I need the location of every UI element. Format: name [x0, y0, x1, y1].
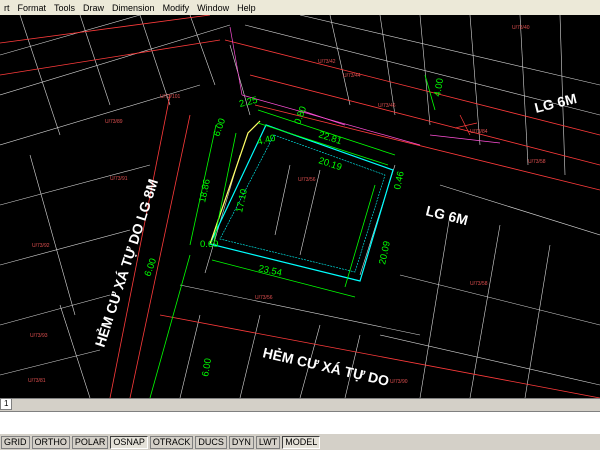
menu-modify[interactable]: Modify [159, 3, 194, 13]
status-ducs-button[interactable]: DUCS [195, 435, 227, 449]
cad-drawing: 2.25 6.00 4.40 0.80 22.81 20.19 18.86 17… [0, 15, 600, 398]
status-otrack-button[interactable]: OTRACK [149, 435, 194, 449]
menu-help[interactable]: Help [233, 3, 260, 13]
parcel-label: U/73/90 [390, 379, 408, 385]
dim-6-00-left: 6.00 [142, 257, 159, 278]
drawing-canvas[interactable]: 2.25 6.00 4.40 0.80 22.81 20.19 18.86 17… [0, 15, 600, 398]
street-label-lg6m-top: LG 6M [533, 90, 578, 116]
dim-23-54: 23.54 [257, 263, 283, 279]
parcel-label: U/73/56 [298, 177, 316, 183]
command-line[interactable] [0, 411, 600, 435]
menu-tools[interactable]: Tools [50, 3, 79, 13]
parcel-label: U/73/91 [110, 176, 128, 182]
parcel-label: U/73/46 [378, 103, 396, 109]
status-model-button[interactable]: MODEL [282, 435, 321, 449]
dim-0-46: 0.46 [392, 170, 407, 190]
status-grid-button[interactable]: GRID [1, 435, 30, 449]
dim-0-69: 0.69 [200, 239, 219, 250]
parcel-label: U/73/42 [318, 59, 336, 65]
street-label-lg6m-mid: LG 6M [424, 202, 469, 228]
menu-format[interactable]: Format [14, 3, 51, 13]
parcel-label: U/73/40 [512, 25, 530, 31]
dim-6-00-top: 6.00 [211, 117, 228, 138]
road-lines [0, 15, 600, 398]
dim-4-40: 4.40 [256, 133, 277, 148]
status-ortho-button[interactable]: ORTHO [31, 435, 70, 449]
parcel-label: U/73/56 [255, 295, 273, 301]
menu-draw[interactable]: Draw [79, 3, 108, 13]
menu-dimension[interactable]: Dimension [108, 3, 159, 13]
parcel-label: U/73/101 [160, 94, 181, 100]
status-osnap-button[interactable]: OSNAP [110, 435, 148, 449]
dim-20-19: 20.19 [317, 155, 343, 173]
dim-18-86: 18.86 [197, 178, 213, 204]
status-bar: GRID ORTHO POLAR OSNAP OTRACK DUCS DYN L… [0, 434, 600, 450]
status-lwt-button[interactable]: LWT [255, 435, 281, 449]
parcel-lines [0, 15, 600, 398]
status-polar-button[interactable]: POLAR [71, 435, 109, 449]
menu-bar: rt Format Tools Draw Dimension Modify Wi… [0, 0, 600, 16]
dim-6-00-bottom: 6.00 [200, 357, 214, 377]
parcel-label: U/73/84 [470, 129, 488, 135]
parcel-label: U/73/89 [105, 119, 123, 125]
layout-tab-strip: 1 [0, 398, 600, 411]
parcel-label: U/73/93 [30, 333, 48, 339]
dim-17-10: 17.10 [234, 188, 250, 214]
dim-20-09: 20.09 [377, 240, 393, 266]
dim-4-00: 4.00 [432, 77, 446, 97]
parcel-label: U/73/58 [528, 159, 546, 165]
parcel-label: U/73/44 [343, 73, 361, 79]
menu-window[interactable]: Window [193, 3, 233, 13]
parcel-label: U/73/92 [32, 243, 50, 249]
status-dyn-button[interactable]: DYN [228, 435, 254, 449]
parcel-label: U/73/58 [470, 281, 488, 287]
dimension-lines [149, 74, 436, 398]
dim-0-80: 0.80 [292, 105, 309, 126]
dim-2-25: 2.25 [238, 95, 259, 110]
street-label-alley-bottom: HẺM CƯ XÁ TỰ DO [261, 344, 390, 389]
menu-insert[interactable]: rt [0, 3, 14, 13]
parcel-label: U/73/81 [28, 378, 46, 384]
layout-tab[interactable]: 1 [0, 399, 13, 410]
